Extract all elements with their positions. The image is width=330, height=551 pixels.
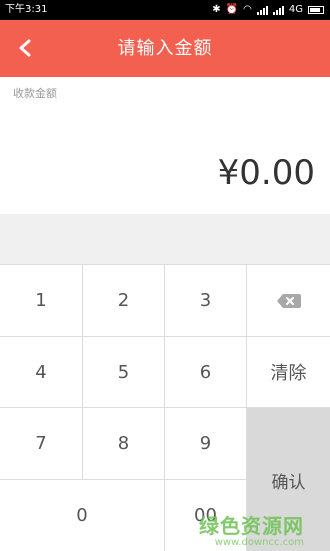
- status-bar: 下午3:31 ✱ ⏰ ◠ 4G: [0, 0, 330, 20]
- status-time: 下午3:31: [5, 4, 48, 15]
- clear-button[interactable]: 清除: [247, 337, 330, 408]
- delete-button[interactable]: [247, 265, 330, 337]
- key-3[interactable]: 3: [165, 265, 247, 337]
- amount-label: 收款金额: [13, 87, 57, 100]
- alarm-icon: ⏰: [225, 4, 239, 15]
- key-4[interactable]: 4: [0, 337, 83, 408]
- page-title: 请输入金额: [117, 38, 213, 59]
- backspace-icon: [276, 293, 301, 308]
- wifi-icon: ◠: [243, 4, 252, 15]
- key-0[interactable]: 0: [0, 480, 165, 551]
- signal-icon: [256, 5, 268, 15]
- key-6[interactable]: 6: [165, 337, 247, 408]
- key-8[interactable]: 8: [83, 408, 165, 480]
- confirm-button[interactable]: 确认: [247, 408, 330, 551]
- bluetooth-icon: ✱: [212, 4, 221, 15]
- network-type: 4G: [288, 4, 303, 15]
- signal-icon-2: [272, 5, 284, 15]
- numeric-keypad: 1 2 3 4 5 6 清除 7 8 9 确认 0 00 绿色资源网 www.d…: [0, 264, 330, 551]
- chevron-left-icon: [19, 39, 31, 57]
- title-bar: 请输入金额: [0, 20, 330, 77]
- amount-display: ¥0.00: [217, 153, 315, 193]
- back-button[interactable]: [6, 28, 44, 68]
- key-00[interactable]: 00: [165, 480, 247, 551]
- key-1[interactable]: 1: [0, 265, 83, 337]
- key-9[interactable]: 9: [165, 408, 247, 480]
- battery-icon: [308, 6, 324, 14]
- status-icons: ✱ ⏰ ◠ 4G: [212, 0, 324, 20]
- key-5[interactable]: 5: [83, 337, 165, 408]
- key-2[interactable]: 2: [83, 265, 165, 337]
- amount-panel: 收款金额 ¥0.00: [0, 77, 330, 214]
- key-7[interactable]: 7: [0, 408, 83, 480]
